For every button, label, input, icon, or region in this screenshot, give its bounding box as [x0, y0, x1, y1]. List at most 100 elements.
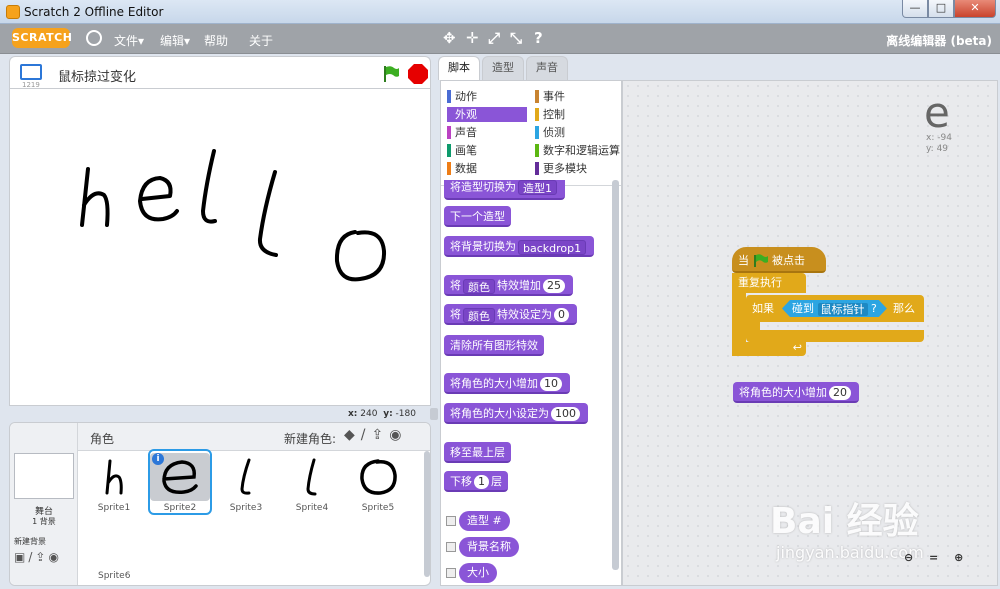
stop-icon[interactable] — [408, 64, 428, 84]
offline-editor-label: 离线编辑器 (beta) — [886, 34, 992, 48]
forever-label: 重复执行 — [738, 276, 782, 289]
category-label: 数据 — [455, 162, 477, 175]
stage-thumbnail[interactable] — [14, 453, 74, 499]
menu-about[interactable]: 关于 — [249, 32, 273, 49]
menu-file[interactable]: 文件▾ — [114, 32, 144, 49]
effect-change-value[interactable]: 25 — [543, 279, 565, 293]
backdrop-dropdown[interactable]: backdrop1 — [518, 239, 587, 255]
touching-sensing-block[interactable]: 碰到 鼠标指针 ? — [782, 300, 887, 317]
new-backdrop-label: 新建背景 — [14, 537, 46, 546]
delete-tool-icon[interactable]: ✛ — [466, 29, 479, 47]
category-more-blocks[interactable]: 更多模块 — [535, 161, 621, 176]
menu-help[interactable]: 帮助 — [204, 32, 228, 49]
menu-edit[interactable]: 编辑▾ — [160, 32, 190, 49]
minimize-button[interactable]: — — [902, 0, 928, 18]
block-change-size[interactable]: 将角色的大小增加 10 — [444, 373, 570, 394]
forever-loop-arrow: ↩ — [732, 342, 806, 356]
close-button[interactable]: ✕ — [954, 0, 996, 18]
block-switch-costume[interactable]: 将造型切换为 造型1 — [444, 180, 565, 200]
tab-scripts[interactable]: 脚本 — [438, 56, 480, 80]
effect-set-value[interactable]: 0 — [554, 308, 569, 322]
category-data[interactable]: 数据 — [447, 161, 527, 176]
category-motion[interactable]: 动作 — [447, 89, 527, 104]
fullscreen-icon[interactable] — [20, 64, 42, 80]
block-next-costume[interactable]: 下一个造型 — [444, 206, 511, 227]
maximize-button[interactable]: □ — [928, 0, 954, 18]
if-block-bottom — [746, 330, 924, 342]
scratch-logo[interactable]: SCRATCH — [12, 28, 72, 48]
sprite-pane-scrollbar[interactable] — [424, 451, 430, 577]
block-go-to-front[interactable]: 移至最上层 — [444, 442, 511, 463]
camera-sprite-icon[interactable]: ◉ — [389, 427, 407, 443]
category-operators[interactable]: 数字和逻辑运算 — [535, 143, 621, 158]
sprite-pane: 角色 新建角色: ◆/⇪◉ 舞台 1 背景 新建背景 ▣/⇪◉ Sprite1 … — [9, 422, 431, 586]
sprite-tile[interactable]: Sprite5 — [346, 451, 410, 517]
sprite-library-icon[interactable]: ◆ — [344, 427, 361, 443]
sprite-thumbnail — [282, 453, 342, 501]
block-change-effect[interactable]: 将颜色 特效增加 25 — [444, 275, 573, 296]
green-flag-icon[interactable] — [382, 65, 400, 83]
camera-backdrop-icon[interactable]: ◉ — [48, 550, 61, 564]
reporter-backdrop-name[interactable]: 背景名称 — [459, 537, 519, 557]
grow-tool-icon[interactable]: ⤢ — [488, 29, 500, 47]
category-label: 动作 — [455, 90, 477, 103]
block-clear-effects[interactable]: 清除所有图形特效 — [444, 335, 544, 356]
sprite-tile-selected[interactable]: i Sprite2 — [148, 449, 212, 515]
block-set-effect[interactable]: 将颜色 特效设定为 0 — [444, 304, 577, 325]
costume-number-checkbox[interactable] — [446, 516, 456, 526]
duplicate-tool-icon[interactable]: ✥ — [443, 29, 456, 47]
stage-canvas[interactable] — [9, 88, 431, 406]
category-label: 画笔 — [455, 144, 477, 157]
info-icon[interactable]: i — [152, 453, 164, 465]
block-help-icon[interactable]: ? — [534, 29, 543, 47]
tab-sounds[interactable]: 声音 — [526, 56, 568, 80]
sprite-coordinates: x: -94 y: 49 — [926, 133, 952, 155]
effect-dropdown[interactable]: 颜色 — [463, 278, 495, 294]
size-checkbox[interactable] — [446, 568, 456, 578]
upload-sprite-icon[interactable]: ⇪ — [372, 427, 390, 443]
stage-collapse-handle[interactable] — [430, 408, 438, 420]
upload-backdrop-icon[interactable]: ⇪ — [35, 550, 48, 564]
paint-sprite-icon[interactable]: / — [361, 427, 372, 443]
shrink-tool-icon[interactable]: ⤡ — [510, 29, 522, 47]
loose-size-value[interactable]: 20 — [829, 386, 851, 400]
reporter-size[interactable]: 大小 — [459, 563, 497, 583]
stage-drawing — [80, 149, 387, 282]
if-label: 如果 — [752, 302, 774, 315]
forever-block[interactable]: 重复执行 — [732, 273, 806, 293]
sprite-tile[interactable]: Sprite4 — [280, 451, 344, 517]
project-title[interactable]: 鼠标掠过变化 — [58, 66, 136, 85]
category-sensing[interactable]: 侦测 — [535, 125, 621, 140]
sprite-tile[interactable]: Sprite1 — [82, 451, 146, 517]
loose-change-size-block[interactable]: 将角色的大小增加 20 — [733, 382, 859, 403]
when-flag-clicked-block[interactable]: 当 被点击 — [732, 247, 826, 273]
then-label: 那么 — [893, 302, 915, 315]
window-titlebar: Scratch 2 Offline Editor — □ ✕ — [0, 0, 1000, 24]
category-looks[interactable]: 外观 — [447, 107, 527, 122]
zoom-controls[interactable]: ⊖ = ⊕ — [904, 551, 969, 564]
sprite-tile[interactable]: Sprite3 — [214, 451, 278, 517]
category-label: 外观 — [455, 108, 477, 121]
backdrop-library-icon[interactable]: ▣ — [14, 550, 28, 564]
category-pen[interactable]: 画笔 — [447, 143, 527, 158]
category-control[interactable]: 控制 — [535, 107, 621, 122]
size-set-value[interactable]: 100 — [551, 407, 580, 421]
reporter-costume-number[interactable]: 造型 # — [459, 511, 510, 531]
language-globe-icon[interactable] — [86, 30, 102, 46]
category-sound[interactable]: 声音 — [447, 125, 527, 140]
touching-target-dropdown[interactable]: 鼠标指针 — [818, 303, 868, 316]
costume-dropdown[interactable]: 造型1 — [518, 180, 557, 195]
category-events[interactable]: 事件 — [535, 89, 621, 104]
size-change-value[interactable]: 10 — [540, 377, 562, 391]
block-switch-backdrop[interactable]: 将背景切换为 backdrop1 — [444, 236, 595, 257]
layers-value[interactable]: 1 — [474, 475, 489, 489]
category-label: 更多模块 — [543, 162, 587, 175]
category-label: 侦测 — [543, 126, 565, 139]
effect-dropdown[interactable]: 颜色 — [463, 307, 495, 323]
block-set-size[interactable]: 将角色的大小设定为 100 — [444, 403, 588, 424]
palette-scrollbar[interactable] — [612, 180, 619, 570]
sprite-name-extra[interactable]: Sprite6 — [98, 571, 130, 581]
tab-costumes[interactable]: 造型 — [482, 56, 524, 80]
backdrop-name-checkbox[interactable] — [446, 542, 456, 552]
block-go-back-layers[interactable]: 下移 1 层 — [444, 471, 508, 492]
